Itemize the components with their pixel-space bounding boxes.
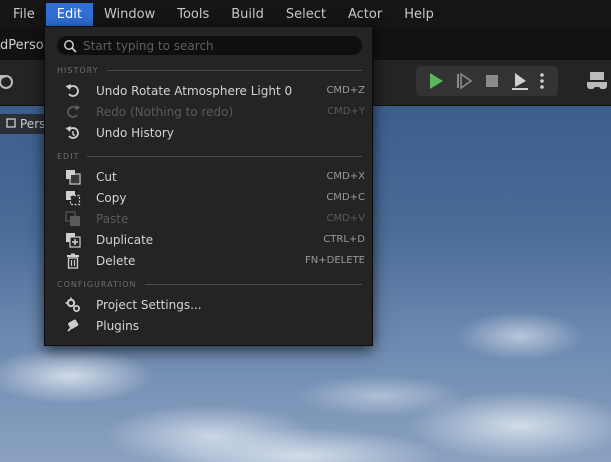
section-history: HISTORY	[57, 64, 362, 76]
shortcut-label: CMD+Z	[326, 85, 365, 96]
shortcut-label: CTRL+D	[323, 234, 365, 245]
menu-entry-duplicate[interactable]: Duplicate CTRL+D	[65, 229, 365, 250]
menu-entry-undo-history[interactable]: Undo History	[65, 122, 365, 143]
play-controls	[416, 66, 558, 96]
menu-entry-label: Delete	[96, 253, 136, 268]
menu-entry-label: Cut	[96, 169, 117, 184]
menu-entry-undo[interactable]: Undo Rotate Atmosphere Light 0 CMD+Z	[65, 80, 365, 101]
divider	[106, 69, 362, 71]
divider	[144, 283, 362, 285]
shortcut-label: CMD+C	[326, 192, 365, 203]
undo-icon	[65, 83, 81, 99]
menu-tools[interactable]: Tools	[166, 3, 220, 27]
cut-icon	[65, 169, 81, 185]
edit-dropdown-menu: HISTORY Undo Rotate Atmosphere Light 0 C…	[44, 26, 373, 346]
stop-icon[interactable]	[478, 67, 506, 95]
menu-help[interactable]: Help	[393, 3, 445, 27]
shortcut-label: CMD+X	[326, 171, 365, 182]
eject-icon[interactable]	[506, 67, 534, 95]
duplicate-icon	[65, 232, 81, 248]
shortcut-label: CMD+V	[326, 213, 365, 224]
section-edit-label: EDIT	[57, 151, 80, 161]
menu-window[interactable]: Window	[93, 3, 166, 27]
shortcut-label: CMD+Y	[327, 106, 365, 117]
menu-entry-redo: Redo (Nothing to redo) CMD+Y	[65, 101, 365, 122]
play-icon[interactable]	[422, 67, 450, 95]
menu-actor[interactable]: Actor	[337, 3, 393, 27]
menu-entry-cut[interactable]: Cut CMD+X	[65, 166, 365, 187]
redo-icon	[65, 104, 81, 120]
more-vertical-icon[interactable]	[534, 67, 550, 95]
menu-entry-delete[interactable]: Delete FN+DELETE	[65, 250, 365, 271]
menu-select[interactable]: Select	[275, 3, 337, 27]
undo-history-icon	[65, 125, 81, 141]
search-icon	[63, 39, 77, 53]
controller-icon[interactable]	[585, 70, 609, 94]
menu-entry-plugins[interactable]: Plugins	[65, 315, 365, 336]
menu-entry-label: Plugins	[96, 318, 139, 333]
menu-entry-project-settings[interactable]: Project Settings...	[65, 294, 365, 315]
viewport-mode-icon	[6, 117, 16, 131]
menu-search-box[interactable]	[57, 36, 362, 55]
search-input[interactable]	[83, 36, 362, 55]
menu-entry-label: Undo Rotate Atmosphere Light 0	[96, 83, 293, 98]
menu-entry-paste: Paste CMD+V	[65, 208, 365, 229]
section-configuration: CONFIGURATION	[57, 278, 362, 290]
menu-bar: File Edit Window Tools Build Select Acto…	[0, 0, 611, 28]
menu-edit[interactable]: Edit	[45, 3, 93, 27]
step-forward-icon[interactable]	[450, 67, 478, 95]
section-edit: EDIT	[57, 150, 362, 162]
divider	[87, 155, 362, 157]
menu-build[interactable]: Build	[220, 3, 275, 27]
copy-icon	[65, 190, 81, 206]
menu-entry-label: Redo (Nothing to redo)	[96, 104, 234, 119]
section-history-label: HISTORY	[57, 65, 99, 75]
shortcut-label: FN+DELETE	[305, 255, 365, 266]
menu-entry-label: Duplicate	[96, 232, 154, 247]
menu-entry-label: Paste	[96, 211, 129, 226]
paste-icon	[65, 210, 81, 227]
section-configuration-label: CONFIGURATION	[57, 279, 137, 289]
menu-file[interactable]: File	[2, 3, 46, 27]
trash-icon	[65, 253, 81, 269]
menu-entry-label: Undo History	[96, 125, 174, 140]
plugins-icon	[65, 318, 81, 334]
settings-icon	[65, 297, 81, 313]
menu-entry-label: Project Settings...	[96, 297, 202, 312]
camera-icon[interactable]	[0, 72, 20, 92]
menu-entry-label: Copy	[96, 190, 127, 205]
menu-entry-copy[interactable]: Copy CMD+C	[65, 187, 365, 208]
